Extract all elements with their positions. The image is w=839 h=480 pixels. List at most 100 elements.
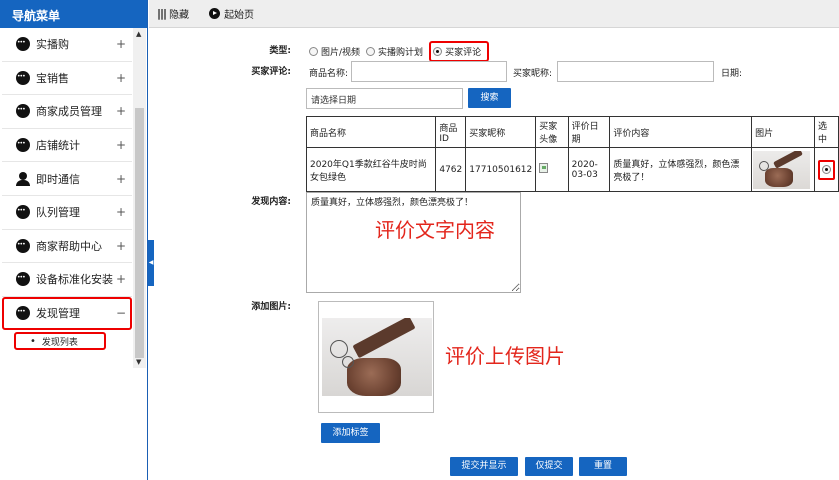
radio-buyer-comment[interactable] — [433, 47, 443, 56]
sidebar-item-stats[interactable]: 店铺统计 + — [2, 129, 132, 163]
date-picker-input[interactable]: 请选择日期 — [306, 88, 463, 109]
dots-icon — [16, 103, 30, 119]
cell-selected — [813, 147, 839, 192]
cell-buyer-avatar — [535, 147, 569, 192]
expand-icon[interactable]: + — [116, 71, 126, 85]
selected-radio-highlight — [817, 159, 835, 180]
type-option-plan[interactable]: 实播购计划 — [366, 45, 423, 58]
header-review-content: 评价内容 — [609, 116, 753, 148]
submit-and-show-button[interactable]: 提交并显示 — [450, 457, 518, 476]
tag-shape — [773, 150, 803, 169]
type-radio-group: 图片/视频 实播购计划 买家评论 — [309, 41, 491, 62]
sidebar-item-label: 实播购 — [36, 38, 69, 52]
product-name-input[interactable] — [351, 61, 507, 82]
cell-buyer-nick: 17710501612 — [465, 147, 537, 192]
discover-content-label: 发现内容: — [251, 197, 291, 207]
sidebar-item-label: 宝销售 — [36, 71, 69, 85]
annotation-upload-image: 评价上传图片 — [445, 344, 565, 368]
dots-icon — [16, 305, 30, 321]
type-option-label: 图片/视频 — [321, 48, 361, 58]
sidebar-item-im[interactable]: 即时通信 + — [2, 162, 132, 196]
person-icon — [16, 171, 30, 186]
expand-icon[interactable]: + — [116, 138, 126, 152]
bag-shape — [347, 358, 401, 396]
add-tag-button[interactable]: 添加标签 — [321, 423, 380, 443]
type-option-media[interactable]: 图片/视频 — [309, 45, 360, 58]
sidebar-subitem-discover-list[interactable]: 发现列表 — [14, 332, 106, 351]
table-row[interactable]: 2020年Q1季款红谷牛皮时尚女包绿色 4762 17710501612 202… — [305, 147, 839, 192]
discover-form: 类型: 图片/视频 实播购计划 买家评论 买家评论: 商品名称: 买家昵称: 日… — [149, 28, 839, 480]
sidebar-item-live-buy[interactable]: 实播购 + — [2, 28, 132, 62]
dots-icon — [16, 70, 30, 85]
sidebar-scrollbar[interactable]: ▲ ▼ — [133, 28, 146, 368]
reset-button[interactable]: 重置 — [579, 457, 627, 476]
radio-media[interactable] — [309, 47, 318, 56]
collapse-icon[interactable]: − — [116, 306, 126, 320]
bag-shape — [765, 167, 794, 187]
dots-icon — [16, 204, 30, 220]
header-product-id: 商品ID — [435, 116, 467, 148]
table-header-row: 商品名称 商品ID 买家昵称 买家头像 评价日期 评价内容 图片 选中 — [305, 116, 839, 148]
sidebar-item-label: 队列管理 — [36, 206, 80, 220]
sidebar-item-label: 商家帮助中心 — [36, 239, 102, 253]
top-toolbar: ||| 隐藏 起始页 — [149, 0, 839, 28]
comment-table: 商品名称 商品ID 买家昵称 买家头像 评价日期 评价内容 图片 选中 2020… — [305, 116, 839, 192]
cell-image — [751, 147, 815, 192]
buyer-comment-label: 买家评论: — [251, 67, 291, 77]
dots-icon — [16, 36, 30, 52]
sidebar-item-members[interactable]: 商家成员管理 + — [2, 95, 132, 129]
type-option-label: 实播购计划 — [378, 48, 424, 58]
sidebar-item-device[interactable]: 设备标准化安装 + — [2, 263, 132, 297]
play-icon — [209, 8, 221, 19]
uploaded-review-image — [322, 318, 432, 396]
sidebar-item-label: 商家成员管理 — [36, 105, 102, 119]
sidebar-item-label: 即时通信 — [36, 172, 80, 186]
submit-only-button[interactable]: 仅提交 — [525, 457, 573, 476]
hide-label: 隐藏 — [169, 10, 190, 21]
buyer-nick-input[interactable] — [557, 61, 714, 82]
expand-icon[interactable]: + — [116, 104, 126, 118]
radio-plan[interactable] — [366, 47, 376, 56]
cell-review-date: 2020-03-03 — [567, 147, 611, 192]
scroll-up-icon[interactable]: ▲ — [136, 30, 141, 38]
sidebar-item-label: 店铺统计 — [36, 139, 80, 153]
scrollbar-thumb[interactable] — [135, 108, 144, 358]
cell-product-id: 4762 — [435, 147, 467, 192]
sidebar-menu: 实播购 + 宝销售 + 商家成员管理 + 店铺统计 + 即时通信 + — [2, 28, 132, 368]
dots-icon — [16, 238, 30, 253]
sidebar-item-help[interactable]: 商家帮助中心 + — [2, 230, 132, 264]
start-page-button[interactable]: 起始页 — [209, 6, 254, 21]
expand-icon[interactable]: + — [116, 37, 126, 51]
start-page-label: 起始页 — [224, 10, 255, 21]
header-selected: 选中 — [813, 116, 839, 148]
expand-icon[interactable]: + — [116, 172, 126, 186]
expand-icon[interactable]: + — [116, 272, 126, 286]
annotation-text-content: 评价文字内容 — [375, 218, 495, 242]
type-option-buyer-comment[interactable]: 买家评论 — [429, 41, 490, 62]
image-upload-box[interactable] — [318, 301, 434, 413]
cell-product-name: 2020年Q1季款红谷牛皮时尚女包绿色 — [305, 147, 437, 192]
search-button[interactable]: 搜索 — [468, 88, 511, 108]
tag-shape — [352, 318, 416, 359]
header-buyer-avatar: 买家头像 — [535, 116, 569, 148]
header-buyer-nick: 买家昵称 — [465, 116, 537, 148]
hide-button[interactable]: ||| 隐藏 — [157, 6, 189, 21]
expand-icon[interactable]: + — [116, 239, 126, 253]
dots-icon — [16, 137, 30, 153]
sidebar-item-discover[interactable]: 发现管理 − — [2, 296, 132, 331]
select-row-radio[interactable] — [821, 164, 831, 174]
sidebar-item-label: 设备标准化安装 — [36, 273, 113, 287]
broken-image-icon — [539, 163, 549, 173]
expand-icon[interactable]: + — [116, 205, 126, 219]
sidebar-item-sales[interactable]: 宝销售 + — [2, 62, 132, 96]
chain-shape — [759, 160, 770, 171]
sidebar-body: 实播购 + 宝销售 + 商家成员管理 + 店铺统计 + 即时通信 + — [0, 28, 148, 480]
scroll-down-icon[interactable]: ▼ — [136, 358, 141, 366]
header-review-date: 评价日期 — [567, 116, 611, 148]
sidebar-title: 导航菜单 — [0, 0, 147, 28]
buyer-nick-label: 买家昵称: — [513, 69, 553, 79]
product-name-label: 商品名称: — [309, 69, 349, 79]
header-image: 图片 — [751, 116, 815, 148]
bars-icon: ||| — [157, 7, 167, 20]
sidebar-item-queue[interactable]: 队列管理 + — [2, 196, 132, 230]
